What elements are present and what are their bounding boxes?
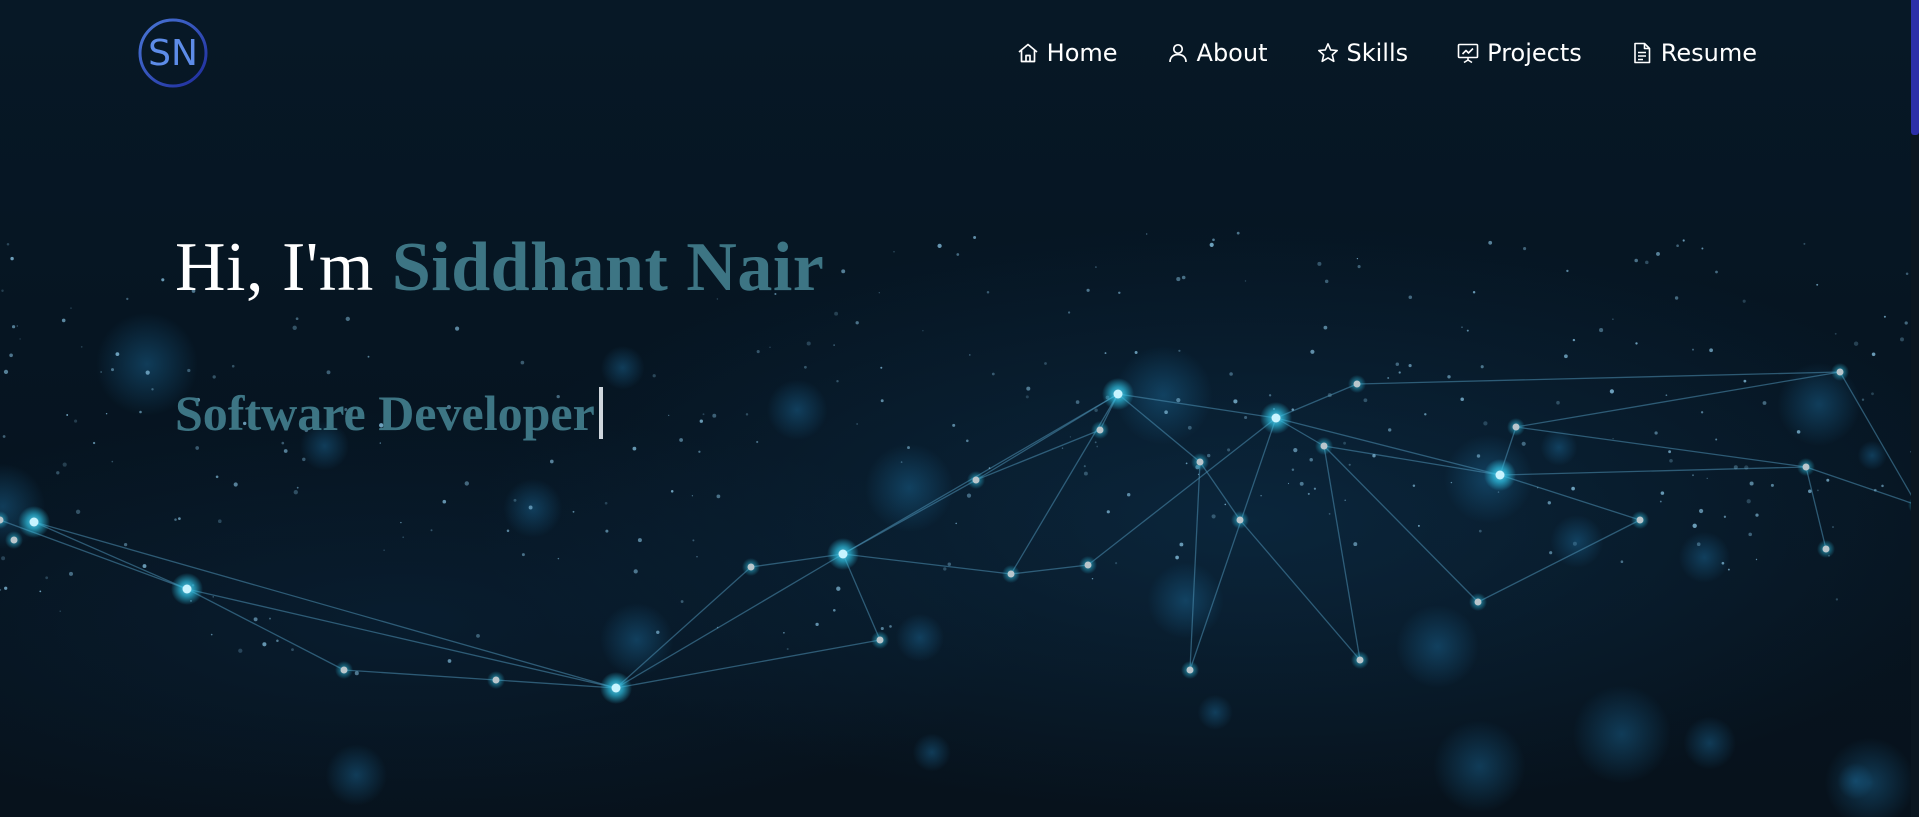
nav-home-label: Home [1046, 39, 1118, 67]
document-icon [1630, 41, 1654, 65]
presentation-icon [1456, 41, 1480, 65]
nav-skills-label: Skills [1346, 39, 1409, 67]
hero-heading: Hi, I'm Siddhant Nair [175, 228, 824, 308]
scrollbar[interactable] [1911, 0, 1919, 817]
hero-role-text: Software Developer [175, 385, 595, 441]
nav-about[interactable]: About [1166, 30, 1268, 76]
nav-resume-label: Resume [1660, 39, 1757, 67]
nav-resume[interactable]: Resume [1630, 30, 1757, 76]
nav-projects-label: Projects [1487, 39, 1582, 67]
user-icon [1166, 41, 1190, 65]
typing-cursor [598, 387, 603, 439]
nav-projects[interactable]: Projects [1456, 30, 1582, 76]
hero-name: Siddhant Nair [391, 229, 825, 306]
hero-role: Software Developer [175, 384, 603, 442]
scrollbar-thumb[interactable] [1911, 0, 1919, 135]
logo-text: SN [148, 33, 198, 74]
logo[interactable]: SN [136, 16, 210, 90]
logo-mark: SN [138, 18, 208, 88]
nav-skills[interactable]: Skills [1316, 30, 1409, 76]
nav-about-label: About [1196, 39, 1268, 67]
main-nav: Home About Skills Projects Resume [968, 30, 1757, 76]
home-icon [1016, 41, 1040, 65]
hero-greeting: Hi, I'm [175, 229, 392, 306]
star-icon [1316, 41, 1340, 65]
page: SN Home About Skills Projects Resume Hi,… [0, 0, 1919, 817]
nav-home[interactable]: Home [1016, 30, 1118, 76]
